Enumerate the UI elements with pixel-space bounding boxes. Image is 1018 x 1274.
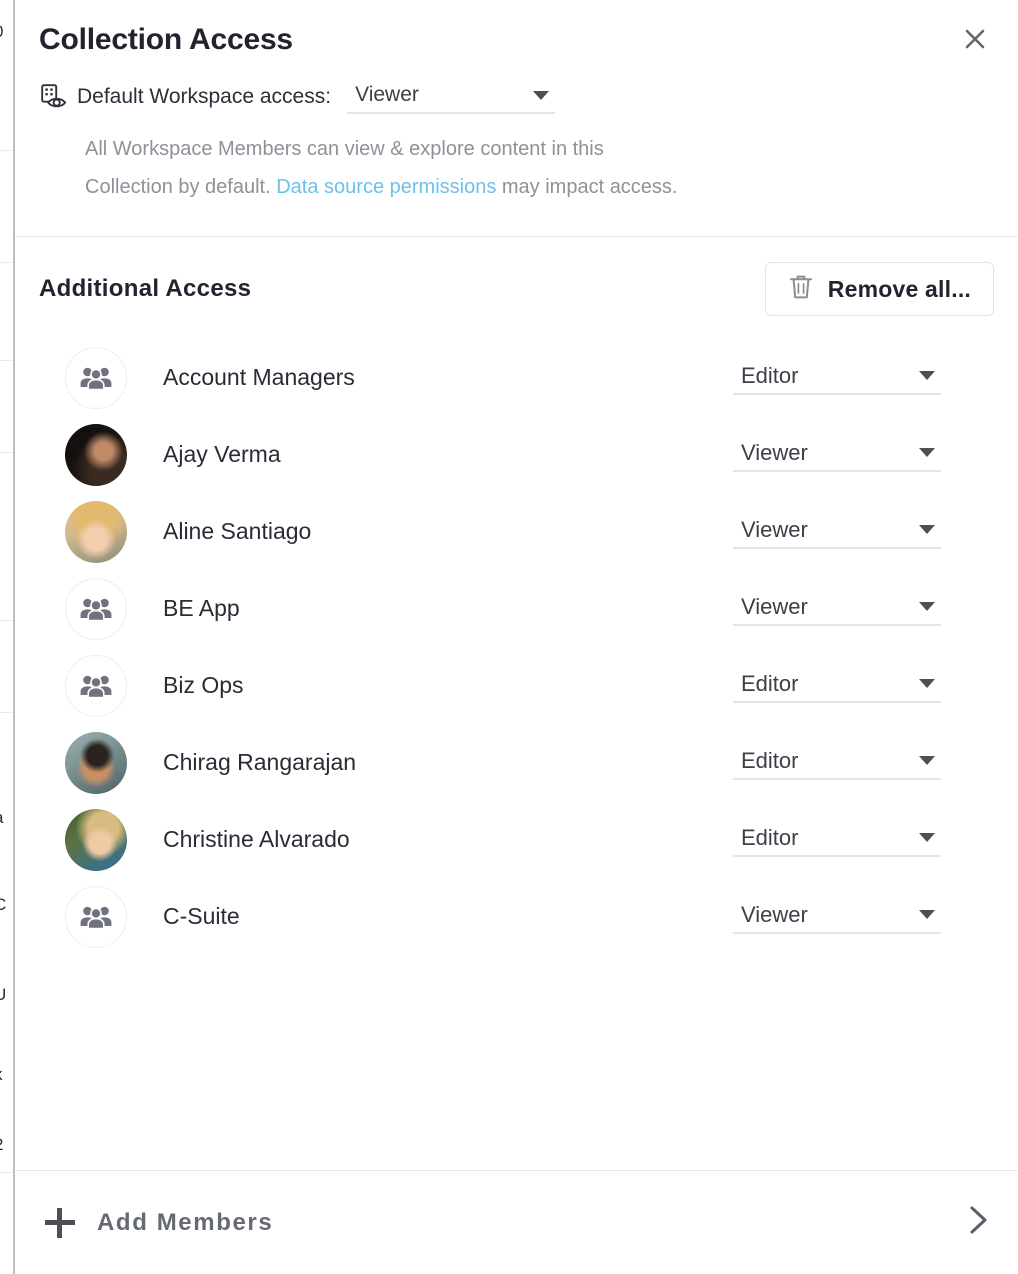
- member-role-select[interactable]: Editor: [733, 361, 941, 395]
- default-workspace-access-row: Default Workspace access: Viewer: [39, 80, 994, 114]
- member-role-select[interactable]: Viewer: [733, 515, 941, 549]
- background-rule: [0, 452, 14, 453]
- member-name: C-Suite: [163, 903, 240, 930]
- member-row: Biz Ops Editor: [39, 647, 994, 724]
- member-role-value: Editor: [741, 823, 798, 853]
- chevron-down-icon: [919, 679, 935, 688]
- chevron-down-icon: [919, 448, 935, 457]
- default-access-select[interactable]: Viewer: [347, 80, 555, 114]
- chevron-down-icon: [919, 371, 935, 380]
- remove-all-button[interactable]: Remove all...: [765, 262, 994, 316]
- member-row: C-Suite Viewer: [39, 878, 994, 955]
- member-role-select[interactable]: Viewer: [733, 900, 941, 934]
- additional-access-header: Additional Access Remove all...: [39, 249, 994, 329]
- trash-icon: [788, 273, 814, 306]
- group-avatar: [65, 655, 127, 717]
- background-rule: [0, 712, 14, 713]
- avatar: [65, 501, 127, 563]
- member-row: Account Managers Editor: [39, 339, 994, 416]
- background-text-fragment: C: [0, 895, 6, 915]
- background-text-fragment: 0: [0, 22, 3, 42]
- member-row: Chirag Rangarajan Editor: [39, 724, 994, 801]
- avatar: [65, 809, 127, 871]
- member-role-value: Viewer: [741, 900, 808, 930]
- chevron-down-icon: [919, 602, 935, 611]
- close-icon[interactable]: [958, 22, 992, 56]
- group-avatar: [65, 347, 127, 409]
- add-members-button[interactable]: Add Members: [15, 1171, 1018, 1274]
- collection-view-permission-icon: [39, 83, 69, 111]
- group-avatar: [65, 578, 127, 640]
- member-role-select[interactable]: Viewer: [733, 438, 941, 472]
- member-list: Account ManagersEditorAjay VermaViewerAl…: [39, 339, 994, 955]
- chevron-down-icon: [533, 91, 549, 100]
- background-text-fragment: U: [0, 985, 6, 1005]
- member-row: Christine Alvarado Editor: [39, 801, 994, 878]
- avatar: [65, 732, 127, 794]
- member-name: BE App: [163, 595, 240, 622]
- chevron-down-icon: [919, 525, 935, 534]
- remove-all-label: Remove all...: [828, 276, 971, 303]
- page-title: Collection Access: [39, 20, 994, 60]
- additional-access-section: Additional Access Remove all... Account …: [15, 237, 1018, 1170]
- default-access-label: Default Workspace access:: [77, 83, 331, 111]
- avatar: [65, 424, 127, 486]
- plus-icon: [45, 1208, 75, 1238]
- member-role-value: Viewer: [741, 592, 808, 622]
- member-role-select[interactable]: Editor: [733, 823, 941, 857]
- member-role-value: Viewer: [741, 438, 808, 468]
- background-rule: [0, 620, 14, 621]
- member-role-value: Viewer: [741, 515, 808, 545]
- member-name: Christine Alvarado: [163, 826, 350, 853]
- group-avatar: [65, 886, 127, 948]
- member-role-select[interactable]: Editor: [733, 746, 941, 780]
- chevron-down-icon: [919, 756, 935, 765]
- member-role-value: Editor: [741, 669, 798, 699]
- background-rule: [0, 262, 14, 263]
- background-text-fragment: a: [0, 808, 3, 828]
- member-role-select[interactable]: Viewer: [733, 592, 941, 626]
- collection-access-dialog: Collection Access Default Workspace acce…: [15, 0, 1018, 1274]
- member-row: Ajay Verma Viewer: [39, 416, 994, 493]
- member-row: Aline Santiago Viewer: [39, 493, 994, 570]
- default-access-value: Viewer: [355, 80, 419, 110]
- background-page-sliver: 0 i r a C U k 2 t: [0, 0, 14, 1274]
- default-access-help-text: All Workspace Members can view & explore…: [85, 130, 915, 206]
- member-name: Ajay Verma: [163, 441, 281, 468]
- dialog-header: Collection Access Default Workspace acce…: [15, 0, 1018, 206]
- help-line-1: All Workspace Members can view & explore…: [85, 138, 604, 160]
- background-text-fragment: k: [0, 1065, 3, 1085]
- member-row: BE App Viewer: [39, 570, 994, 647]
- background-rule: [0, 1172, 14, 1173]
- member-role-value: Editor: [741, 361, 798, 391]
- member-name: Biz Ops: [163, 672, 244, 699]
- member-name: Account Managers: [163, 364, 355, 391]
- background-text-fragment: 2: [0, 1135, 3, 1155]
- member-name: Chirag Rangarajan: [163, 749, 356, 776]
- member-role-value: Editor: [741, 746, 798, 776]
- help-line-2-after: may impact access.: [496, 176, 677, 198]
- member-role-select[interactable]: Editor: [733, 669, 941, 703]
- section-title: Additional Access: [39, 275, 251, 303]
- background-rule: [0, 150, 14, 151]
- add-members-label: Add Members: [97, 1209, 273, 1237]
- help-line-2-before: Collection by default.: [85, 176, 276, 198]
- member-name: Aline Santiago: [163, 518, 311, 545]
- chevron-down-icon: [919, 910, 935, 919]
- background-rule: [0, 360, 14, 361]
- chevron-right-icon: [964, 1203, 992, 1242]
- chevron-down-icon: [919, 833, 935, 842]
- data-source-permissions-link[interactable]: Data source permissions: [276, 176, 496, 198]
